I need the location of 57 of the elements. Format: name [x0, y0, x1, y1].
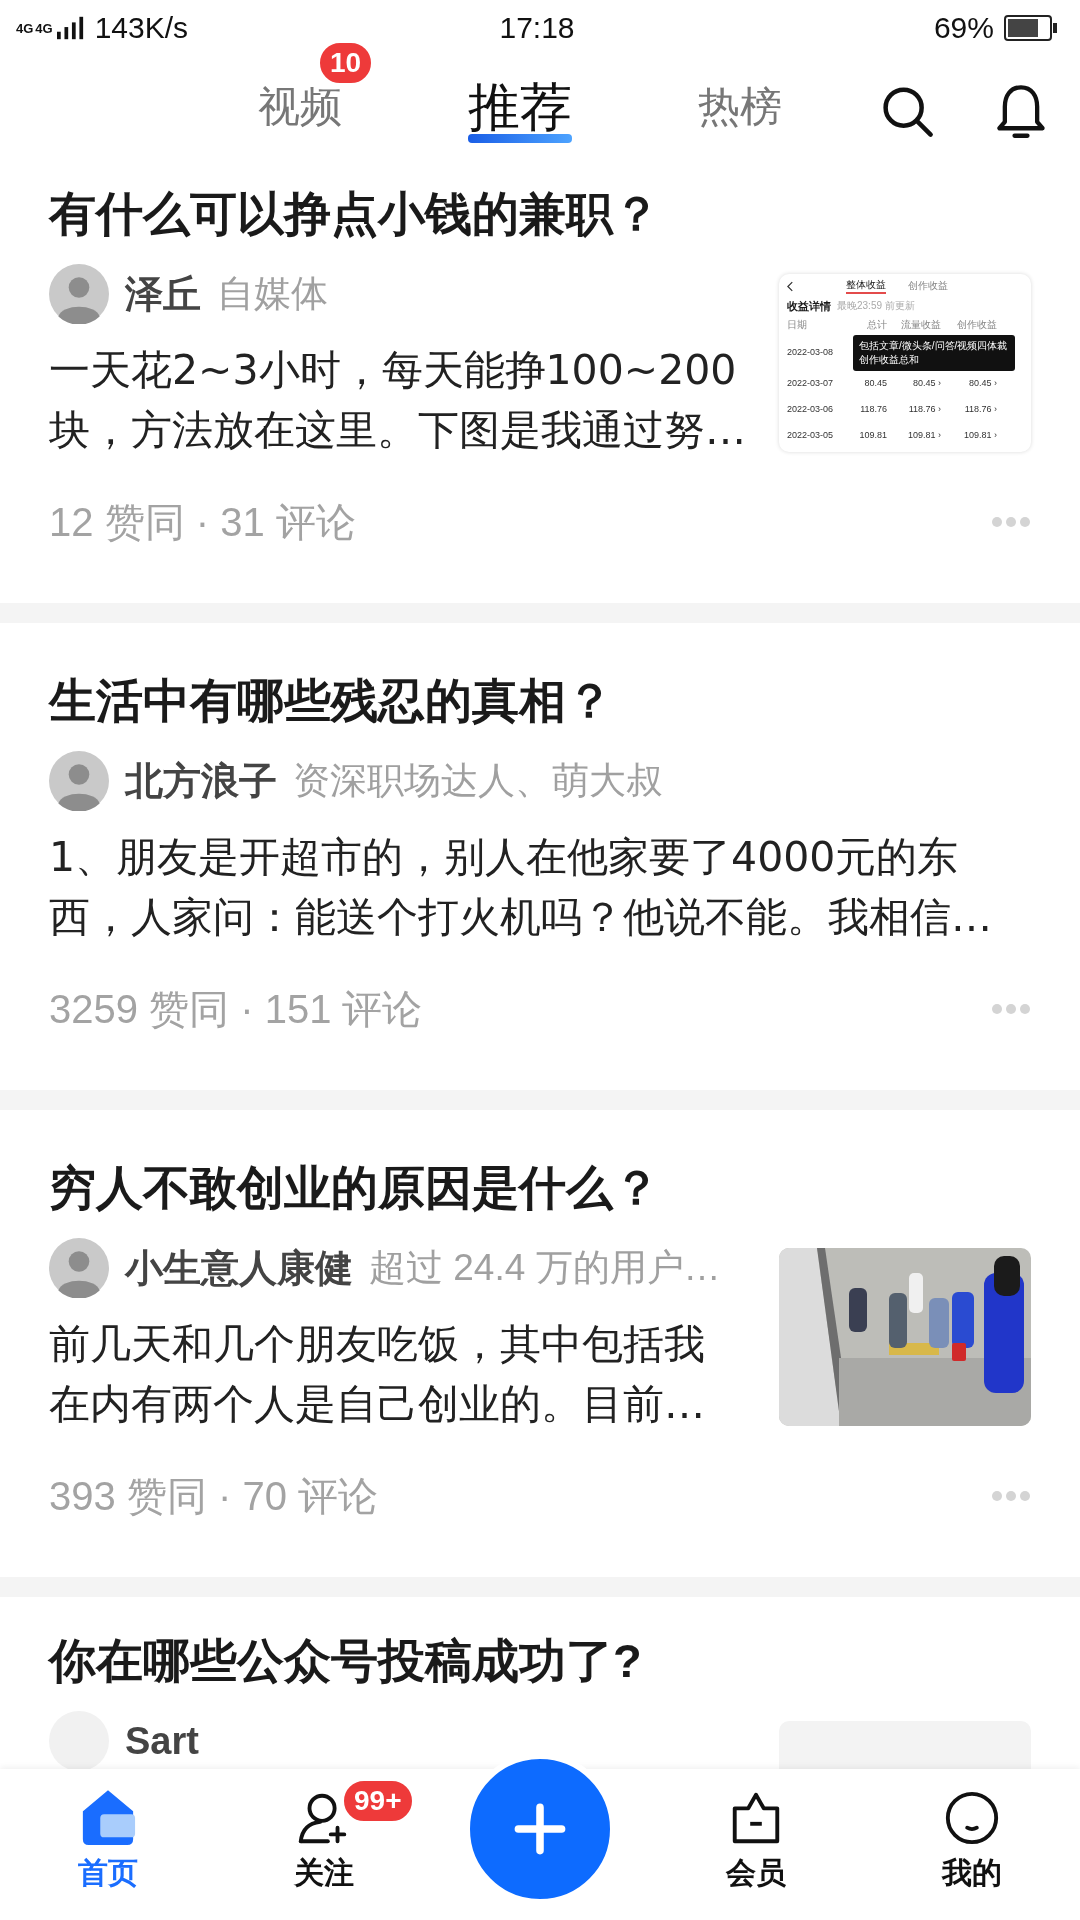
- author-description: 资深职场达人、萌大叔: [293, 759, 663, 803]
- smiley-icon: [943, 1789, 1001, 1847]
- feed-tab[interactable]: 推荐: [464, 78, 576, 143]
- column-header: 日期: [787, 318, 808, 332]
- notification-bell-icon[interactable]: [994, 82, 1048, 139]
- table-cell-text: 2022-03-06: [787, 404, 835, 414]
- plus-icon: [513, 1802, 567, 1856]
- column-header: 创作收益: [956, 318, 997, 332]
- column-header: 总计: [866, 318, 887, 332]
- vip-nav-item[interactable]: 会员: [716, 1769, 796, 1920]
- earnings-tab-label: 创作收益: [908, 279, 948, 293]
- vote-comment-count: 12 赞同 · 31 评论: [49, 498, 356, 546]
- vote-comment-count: 393 赞同 · 70 评论: [49, 1472, 378, 1520]
- author-name[interactable]: 泽丘: [125, 268, 201, 320]
- me-nav-item[interactable]: 我的: [932, 1769, 1012, 1920]
- avatar-icon[interactable]: [49, 1238, 109, 1298]
- answer-excerpt[interactable]: 前几天和几个朋友吃饭，其中包括我在内有两个人是自己创业的。目前…: [49, 1314, 729, 1434]
- author-name[interactable]: Sart: [125, 1719, 199, 1763]
- section-heading: 收益详情: [787, 298, 831, 314]
- table-cell-text: 109.81: [858, 430, 887, 440]
- table-cell-text: 2022-03-08: [787, 347, 835, 357]
- table-cell-text: 2022-03-05: [787, 430, 835, 440]
- tooltip: 包括文章/微头条/问答/视频四体裁创作收益总和: [853, 335, 1015, 371]
- table-cell-text: 80.45: [863, 378, 887, 388]
- table-cell-text: 80.45 ›: [967, 378, 997, 388]
- back-icon: [787, 280, 794, 292]
- battery-percent: 69%: [933, 11, 994, 45]
- update-note: 最晚23:59 前更新: [837, 299, 915, 313]
- table-cell-text: 109.81 ›: [906, 430, 941, 440]
- home-nav-item[interactable]: 首页: [68, 1769, 148, 1920]
- author-name[interactable]: 小生意人康健: [125, 1242, 353, 1294]
- answer-excerpt[interactable]: 一天花2~3小时，每天能挣100~200块，方法放在这里。下图是我通过努…: [49, 340, 771, 460]
- column-header: 流量收益: [900, 318, 941, 332]
- question-title[interactable]: 你在哪些公众号投稿成功了?: [49, 1631, 1031, 1691]
- table-cell-text: 2022-03-07: [787, 378, 835, 388]
- question-title[interactable]: 有什么可以挣点小钱的兼职？: [49, 184, 1031, 244]
- table-cell-text: 80.45 ›: [911, 378, 941, 388]
- vote-comment-count: 3259 赞同 · 151 评论: [49, 985, 423, 1033]
- author-description: 超过 24.4 万的用户…: [369, 1246, 721, 1290]
- avatar-icon[interactable]: [49, 264, 109, 324]
- table-cell-text: 118.76: [859, 404, 887, 414]
- author-name[interactable]: 北方浪子: [125, 755, 277, 807]
- answer-excerpt[interactable]: 1、朋友是开超市的，别人在他家要了4000元的东西，人家问：能送个打火机吗？他说不能。我相信…: [49, 827, 1031, 947]
- question-title[interactable]: 穷人不敢创业的原因是什么？: [49, 1158, 1031, 1218]
- question-title[interactable]: 生活中有哪些残忍的真相？: [49, 671, 1031, 731]
- avatar-icon[interactable]: [49, 751, 109, 811]
- battery-icon: [1004, 15, 1058, 41]
- count-badge: 99+: [342, 1779, 414, 1823]
- network-speed: 143K/s: [94, 11, 189, 45]
- feed-tab[interactable]: 热榜: [694, 78, 786, 143]
- author-description: 自媒体: [217, 272, 328, 316]
- earnings-tab-label: 整体收益: [846, 278, 886, 294]
- table-cell-text: 118.76 ›: [907, 404, 941, 414]
- table-cell-text: 109.81 ›: [962, 430, 997, 440]
- table-cell-text: 118.76 ›: [963, 404, 997, 414]
- avatar-placeholder: [49, 1711, 109, 1769]
- clock: 17:18: [499, 11, 575, 45]
